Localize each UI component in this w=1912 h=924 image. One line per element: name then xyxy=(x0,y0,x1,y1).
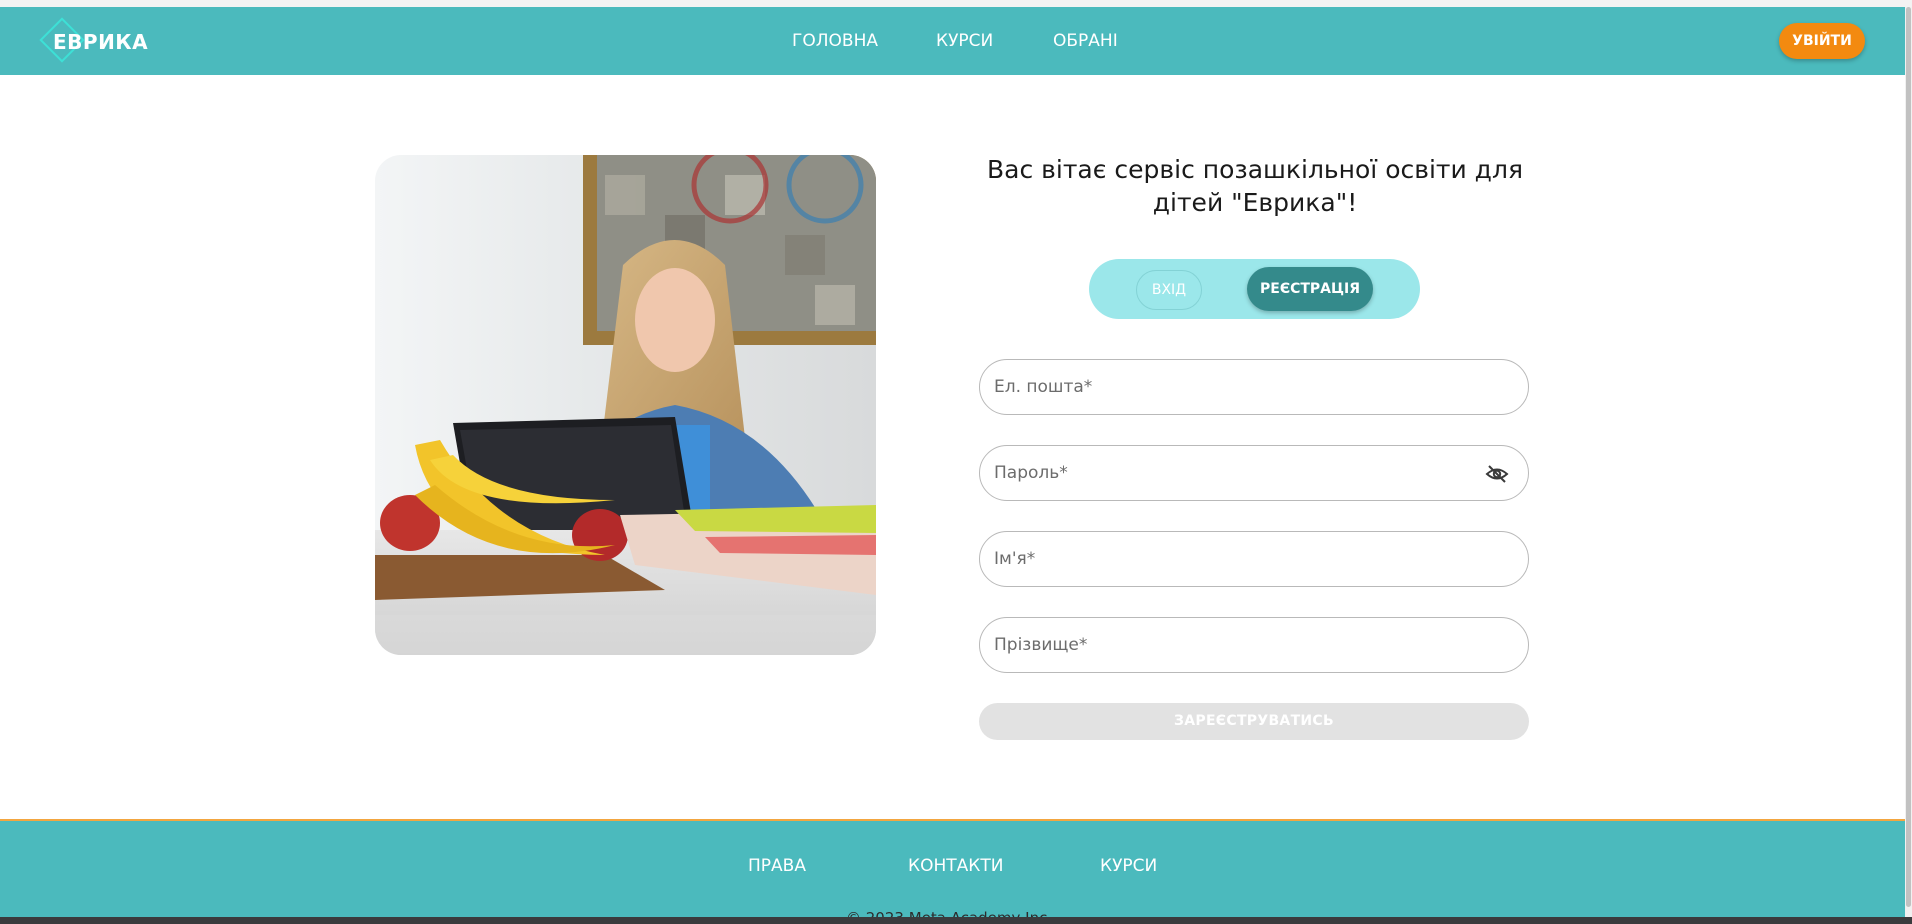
tab-register[interactable]: РЕЄСТРАЦІЯ xyxy=(1247,267,1373,311)
eye-off-icon[interactable] xyxy=(1485,462,1509,486)
footer-link-contacts[interactable]: КОНТАКТИ xyxy=(908,856,1003,876)
footer-link-courses[interactable]: КУРСИ xyxy=(1100,856,1157,876)
auth-toggle: ВХІД РЕЄСТРАЦІЯ xyxy=(1089,259,1420,319)
welcome-heading: Вас вітає сервіс позашкільної освіти для… xyxy=(987,155,1523,217)
logo[interactable]: ЕВРИКА xyxy=(39,17,148,63)
site-footer: ПРАВА КОНТАКТИ КУРСИ © 2023 Meta Academy… xyxy=(0,821,1905,924)
nav-courses[interactable]: КУРСИ xyxy=(936,31,993,51)
first-name-placeholder: Ім'я* xyxy=(994,549,1036,569)
hero-photo xyxy=(375,155,876,655)
email-field[interactable]: Ел. пошта* xyxy=(979,359,1529,415)
register-button[interactable]: ЗАРЕЄСТРУВАТИСЬ xyxy=(979,703,1529,740)
last-name-placeholder: Прізвище* xyxy=(994,635,1088,655)
email-placeholder: Ел. пошта* xyxy=(994,377,1093,397)
first-name-field[interactable]: Ім'я* xyxy=(979,531,1529,587)
login-button[interactable]: УВІЙТИ xyxy=(1779,23,1865,59)
scrollbar[interactable] xyxy=(1905,7,1912,917)
os-taskbar xyxy=(0,917,1912,924)
tab-signin[interactable]: ВХІД xyxy=(1136,270,1202,310)
password-field[interactable]: Пароль* xyxy=(979,445,1529,501)
last-name-field[interactable]: Прізвище* xyxy=(979,617,1529,673)
nav-favorites[interactable]: ОБРАНІ xyxy=(1053,31,1118,51)
nav-home[interactable]: ГОЛОВНА xyxy=(792,31,878,51)
password-placeholder: Пароль* xyxy=(994,463,1068,483)
footer-link-rights[interactable]: ПРАВА xyxy=(748,856,806,876)
scrollbar-thumb[interactable] xyxy=(1906,7,1911,907)
browser-strip xyxy=(0,0,1912,7)
logo-text: ЕВРИКА xyxy=(53,30,149,54)
page: ЕВРИКА ГОЛОВНА КУРСИ ОБРАНІ УВІЙТИ Вас в… xyxy=(0,0,1912,924)
site-header: ЕВРИКА ГОЛОВНА КУРСИ ОБРАНІ УВІЙТИ xyxy=(0,7,1905,75)
